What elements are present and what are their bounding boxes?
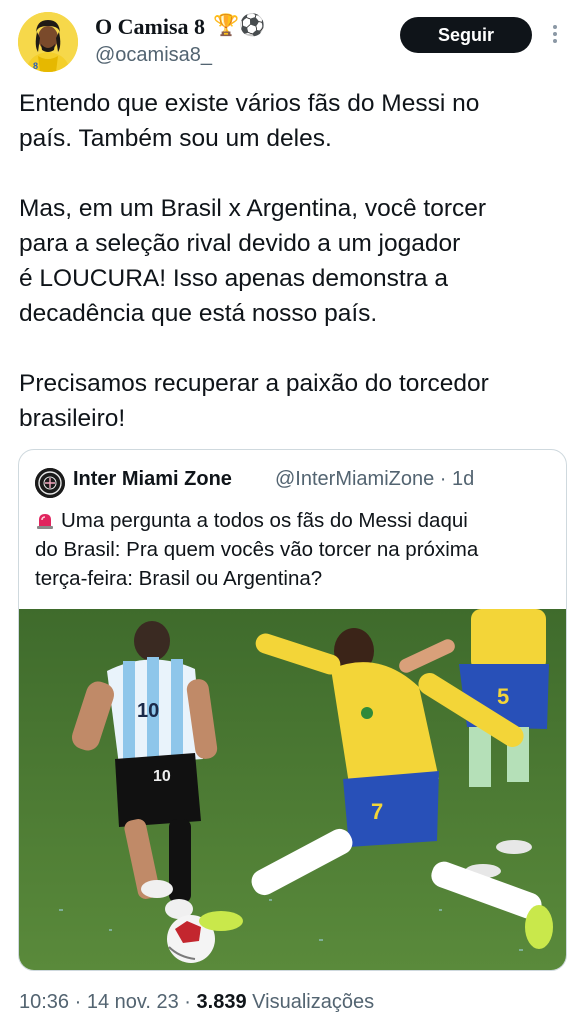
timestamp[interactable]: 10:36 · 14 nov. 23 ·	[19, 991, 197, 1013]
tweet-line: Precisamos recuperar a paixão do torcedo…	[19, 370, 489, 397]
jersey-number: 7	[371, 799, 383, 824]
quoted-line-text: Uma pergunta a todos os fãs do Messi daq…	[61, 509, 468, 532]
views-count: 3.839	[196, 991, 247, 1013]
views-label: Visualizações	[246, 991, 375, 1013]
follow-button[interactable]: Seguir	[400, 17, 532, 53]
tweet-metadata: 10:36 · 14 nov. 23 · 3.839 Visualizações	[19, 991, 374, 1014]
author-avatar[interactable]: 8	[18, 12, 78, 72]
trophy-soccer-ball-icon: 🏆⚽	[213, 14, 266, 37]
inter-miami-logo-icon	[35, 468, 65, 498]
author-name[interactable]: O Camisa 8	[95, 14, 205, 40]
jersey-number: 10	[153, 768, 171, 785]
quoted-author-handle[interactable]: @InterMiamiZone · 1d	[275, 468, 474, 491]
author-handle[interactable]: @ocamisa8_	[95, 44, 212, 67]
more-options-icon[interactable]	[547, 22, 563, 48]
tweet-line: é LOUCURA! Isso apenas demonstra a	[19, 265, 448, 292]
match-photo[interactable]: 5 10 10 7	[19, 609, 566, 970]
player-avatar-icon: 8	[18, 12, 78, 72]
football-match-image: 5 10 10 7	[19, 609, 566, 970]
tweet-header: 8 O Camisa 8 🏆⚽ @ocamisa8_ Seguir	[0, 0, 585, 80]
siren-icon	[37, 514, 53, 529]
tweet-line: Entendo que existe vários fãs do Messi n…	[19, 90, 480, 117]
tweet-text: Entendo que existe vários fãs do Messi n…	[19, 86, 574, 436]
tweet-line: brasileiro!	[19, 405, 126, 432]
jersey-number: 5	[497, 684, 509, 709]
jersey-number: 10	[137, 700, 159, 722]
quoted-tweet-card[interactable]: Inter Miami Zone @InterMiamiZone · 1d Um…	[18, 449, 567, 971]
svg-text:8: 8	[33, 61, 38, 71]
quoted-author-avatar[interactable]	[35, 468, 65, 498]
quoted-line: Uma pergunta a todos os fãs do Messi daq…	[35, 506, 555, 535]
tweet-line: para a seleção rival devido a um jogador	[19, 230, 461, 257]
quoted-line: do Brasil: Pra quem vocês vão torcer na …	[35, 538, 479, 561]
quoted-line: terça-feira: Brasil ou Argentina?	[35, 567, 323, 590]
tweet-line: país. Também sou um deles.	[19, 125, 332, 152]
quoted-tweet-text: Uma pergunta a todos os fãs do Messi daq…	[35, 506, 555, 593]
tweet-line: decadência que está nosso país.	[19, 300, 378, 327]
tweet-line: Mas, em um Brasil x Argentina, você torc…	[19, 195, 487, 222]
quoted-author-name[interactable]: Inter Miami Zone	[73, 468, 232, 491]
